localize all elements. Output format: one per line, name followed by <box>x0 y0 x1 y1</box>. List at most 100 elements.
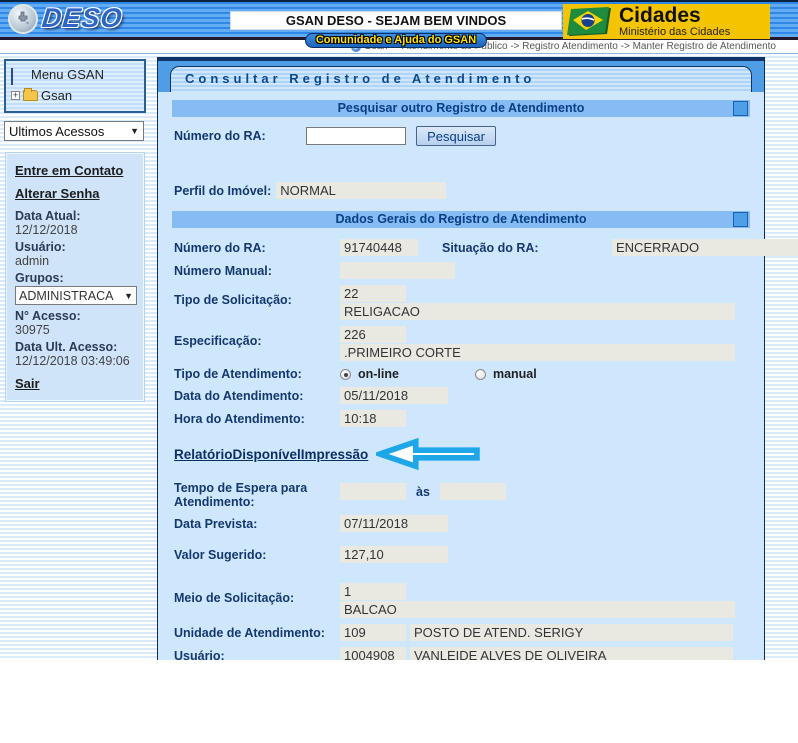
row-data-atendimento: Data do Atendimento: 05/11/2018 <box>174 384 748 407</box>
ra-search-input[interactable] <box>306 127 406 145</box>
especificacao-desc: .PRIMEIRO CORTE <box>340 344 735 361</box>
numero-ra-value: 91740448 <box>340 239 418 256</box>
row-valor-sugerido: Valor Sugerido: 127,10 <box>174 543 748 566</box>
sidebar: Menu GSAN + Gsan Ultimos Acessos ▼ Entre… <box>4 59 146 401</box>
numero-ra-label: Número do RA: <box>174 241 340 255</box>
deso-logo: DESO <box>8 3 123 34</box>
app-header: DESO GSAN DESO - SEJAM BEM VINDOS Comuni… <box>0 0 798 40</box>
current-date-label: Data Atual: <box>15 209 135 223</box>
tree-item-gsan[interactable]: Gsan <box>41 88 72 103</box>
row-relatorio: RelatórioDisponívelImpressão <box>174 438 748 470</box>
last-access-value: 12/12/2018 03:49:06 <box>15 354 135 368</box>
radio-online-label: on-line <box>358 367 399 381</box>
numero-manual-value <box>340 262 455 279</box>
radio-online[interactable] <box>340 369 351 380</box>
annotation-arrow-icon <box>376 438 480 470</box>
especificacao-label: Especificação: <box>174 326 340 348</box>
user-value: admin <box>15 254 135 268</box>
access-number-value: 30975 <box>15 323 135 337</box>
faucet-icon <box>8 4 38 34</box>
groups-dropdown-value: ADMINISTRACA <box>19 289 113 303</box>
cidades-logo: Cidades Ministério das Cidades <box>563 4 770 39</box>
numero-manual-label: Número Manual: <box>174 264 340 278</box>
meio-solicitacao-desc: BALCAO <box>340 601 735 618</box>
community-help-link[interactable]: Comunidade e Ajuda do GSAN <box>305 33 487 48</box>
hora-atendimento-label: Hora do Atendimento: <box>174 412 340 426</box>
row-tempo-espera: Tempo de Espera para Atendimento: às <box>174 476 748 512</box>
menu-gsan-title: Menu GSAN <box>31 67 104 82</box>
valor-sugerido-value: 127,10 <box>340 546 448 563</box>
radio-manual[interactable] <box>475 369 486 380</box>
row-meio-solicitacao: Meio de Solicitação: 1 BALCAO <box>174 580 748 621</box>
unidade-atendimento-desc: POSTO DE ATEND. SERIGY <box>410 624 733 641</box>
unidade-atendimento-label: Unidade de Atendimento: <box>174 626 340 640</box>
menu-gsan-box: Menu GSAN + Gsan <box>4 59 146 113</box>
folder-icon <box>23 90 38 101</box>
contact-link[interactable]: Entre em Contato <box>15 163 135 178</box>
tipo-solicitacao-label: Tipo de Solicitação: <box>174 285 340 307</box>
row-tipo-solicitacao: Tipo de Solicitação: 22 RELIGACAO <box>174 282 748 323</box>
title-band: Consultar Registro de Atendimento <box>158 58 764 92</box>
computer-icon <box>11 69 25 81</box>
row-usuario: Usuário: 1004908 VANLEIDE ALVES DE OLIVE… <box>174 644 748 660</box>
row-numero-ra: Número do RA: 91740448 Situação do RA: E… <box>174 236 748 259</box>
situacao-ra-value: ENCERRADO <box>612 239 798 256</box>
perfil-imovel-label: Perfil do Imóvel: <box>174 184 271 198</box>
hora-atendimento-value: 10:18 <box>340 410 406 427</box>
tree-expand-icon[interactable]: + <box>11 91 20 100</box>
tempo-espera-ate <box>440 483 506 500</box>
usuario-label: Usuário: <box>174 649 340 661</box>
especificacao-codigo: 226 <box>340 326 406 343</box>
recent-access-dropdown[interactable]: Ultimos Acessos ▼ <box>4 121 144 141</box>
groups-dropdown[interactable]: ADMINISTRACA ▼ <box>15 286 137 305</box>
user-label: Usuário: <box>15 240 135 254</box>
chevron-down-icon: ▼ <box>124 291 133 301</box>
tempo-espera-label: Tempo de Espera para Atendimento: <box>174 479 340 509</box>
ra-search-label: Número do RA: <box>174 129 306 143</box>
usuario-desc: VANLEIDE ALVES DE OLIVEIRA <box>410 647 733 660</box>
page-banner-title: GSAN DESO - SEJAM BEM VINDOS <box>230 11 562 30</box>
valor-sugerido-label: Valor Sugerido: <box>174 548 340 562</box>
brazil-flag-icon <box>567 6 615 38</box>
row-hora-atendimento: Hora do Atendimento: 10:18 <box>174 407 748 430</box>
row-unidade-atendimento: Unidade de Atendimento: 109 POSTO DE ATE… <box>174 621 748 644</box>
row-data-prevista: Data Prevista: 07/11/2018 <box>174 512 748 535</box>
tipo-solicitacao-desc: RELIGACAO <box>340 303 735 320</box>
tempo-espera-as-label: às <box>416 485 430 499</box>
meio-solicitacao-label: Meio de Solicitação: <box>174 583 340 605</box>
radio-manual-label: manual <box>493 367 537 381</box>
data-prevista-label: Data Prevista: <box>174 517 340 531</box>
last-access-label: Data Ult. Acesso: <box>15 340 135 354</box>
section-corner-box <box>733 212 748 227</box>
access-number-label: N° Acesso: <box>15 309 135 323</box>
change-password-link[interactable]: Alterar Senha <box>15 186 135 201</box>
search-button[interactable]: Pesquisar <box>416 126 496 146</box>
unidade-atendimento-codigo: 109 <box>340 624 406 641</box>
page-title: Consultar Registro de Atendimento <box>170 66 752 92</box>
session-info-panel: Entre em Contato Alterar Senha Data Atua… <box>6 153 144 401</box>
groups-label: Grupos: <box>15 271 135 285</box>
row-especificacao: Especificação: 226 .PRIMEIRO CORTE <box>174 323 748 364</box>
usuario-codigo: 1004908 <box>340 647 406 660</box>
chevron-down-icon: ▼ <box>130 126 139 136</box>
data-atendimento-value: 05/11/2018 <box>340 387 448 404</box>
main-panel: Consultar Registro de Atendimento Pesqui… <box>157 57 765 660</box>
tempo-espera-de <box>340 483 406 500</box>
relatorio-impressao-link[interactable]: RelatórioDisponívelImpressão <box>174 447 368 462</box>
perfil-imovel-value: NORMAL <box>276 182 446 199</box>
cidades-title: Cidades <box>619 5 730 26</box>
search-section-header: Pesquisar outro Registro de Atendimento <box>172 100 750 117</box>
dados-section-title: Dados Gerais do Registro de Atendimento <box>336 212 587 226</box>
tipo-atendimento-label: Tipo de Atendimento: <box>174 367 340 381</box>
row-tipo-atendimento: Tipo de Atendimento: on-line manual <box>174 364 748 384</box>
meio-solicitacao-codigo: 1 <box>340 583 406 600</box>
section-corner-box <box>733 101 748 116</box>
data-atendimento-label: Data do Atendimento: <box>174 389 340 403</box>
tipo-solicitacao-codigo: 22 <box>340 285 406 302</box>
dados-section-header: Dados Gerais do Registro de Atendimento <box>172 211 750 228</box>
recent-access-dropdown-value: Ultimos Acessos <box>9 124 104 139</box>
data-prevista-value: 07/11/2018 <box>340 515 448 532</box>
search-section-title: Pesquisar outro Registro de Atendimento <box>338 101 585 115</box>
logout-link[interactable]: Sair <box>15 376 135 391</box>
page-body: Menu GSAN + Gsan Ultimos Acessos ▼ Entre… <box>0 54 798 660</box>
